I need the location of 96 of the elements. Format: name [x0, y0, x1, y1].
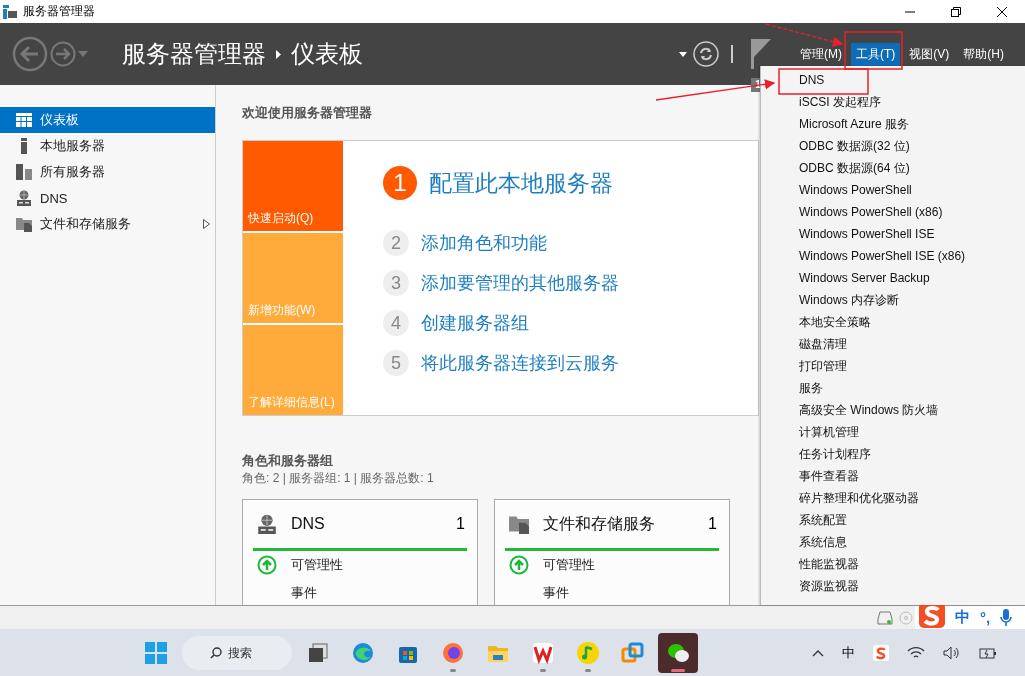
menu-option[interactable]: ODBC 数据源(32 位): [761, 135, 1025, 157]
menu-item[interactable]: 工具(T): [851, 42, 901, 66]
menu-option[interactable]: 系统信息: [761, 531, 1025, 553]
step-link[interactable]: 添加角色和功能: [421, 231, 547, 255]
punctuation-mode[interactable]: °,: [980, 609, 991, 626]
menu-option[interactable]: 本地安全策略: [761, 311, 1025, 333]
speaker-icon[interactable]: [943, 646, 961, 660]
drive-icon: [877, 610, 893, 625]
section-title: 角色和服务器组: [242, 452, 333, 470]
role-name: DNS: [291, 515, 325, 533]
folder-icon: [488, 646, 508, 662]
status-label[interactable]: 事件: [543, 584, 569, 602]
refresh-icon[interactable]: [693, 41, 719, 67]
role-count: 1: [708, 515, 717, 533]
step-link[interactable]: 创建服务器组: [421, 311, 529, 335]
chevron-up-icon[interactable]: [812, 649, 824, 657]
status-label[interactable]: 可管理性: [543, 556, 595, 574]
role-count: 1: [456, 515, 465, 533]
edge-icon: [353, 643, 373, 663]
restore-icon: [951, 6, 961, 17]
menu-option[interactable]: 磁盘清理: [761, 333, 1025, 355]
window-title: 服务器管理器: [23, 3, 95, 20]
breadcrumb-item: 仪表板: [291, 39, 363, 69]
globe-server-icon: [16, 190, 32, 206]
menu-option[interactable]: Microsoft Azure 服务: [761, 113, 1025, 135]
section-title: 欢迎使用服务器管理器: [242, 104, 372, 122]
role-name: 文件和存储服务: [543, 513, 655, 534]
language-indicator[interactable]: 中: [842, 644, 855, 662]
section-summary: 角色: 2 | 服务器组: 1 | 服务器总数: 1: [242, 470, 434, 487]
sidebar-item[interactable]: DNS: [0, 185, 215, 211]
menu-option[interactable]: 服务: [761, 377, 1025, 399]
menu-option[interactable]: Windows 内存诊断: [761, 289, 1025, 311]
sidebar-item[interactable]: 所有服务器: [0, 159, 215, 185]
step-number: 1: [383, 166, 417, 200]
status-label[interactable]: 可管理性: [291, 556, 343, 574]
s-logo-icon[interactable]: [873, 645, 889, 661]
menu-option[interactable]: 计算机管理: [761, 421, 1025, 443]
menu-option[interactable]: 系统配置: [761, 509, 1025, 531]
sidebar-item[interactable]: 仪表板: [0, 107, 215, 133]
menu-option[interactable]: Windows Server Backup: [761, 267, 1025, 289]
menu-option[interactable]: Windows PowerShell ISE (x86): [761, 245, 1025, 267]
servers-icon: [16, 164, 32, 180]
menu-option[interactable]: 资源监视器: [761, 575, 1025, 597]
close-icon: [997, 6, 1007, 17]
step-link[interactable]: 添加要管理的其他服务器: [421, 271, 619, 295]
windows-logo-icon: [145, 642, 167, 664]
menu-option[interactable]: 事件查看器: [761, 465, 1025, 487]
menu-option[interactable]: 高级安全 Windows 防火墙: [761, 399, 1025, 421]
step-number: 5: [383, 350, 409, 376]
role-card[interactable]: 文件和存储服务 1 可管理性 事件: [494, 499, 730, 605]
menu-option[interactable]: Windows PowerShell (x86): [761, 201, 1025, 223]
folder-files-icon: [509, 514, 529, 534]
disc-icon: [899, 610, 913, 625]
step-link[interactable]: 将此服务器连接到云服务: [421, 351, 619, 375]
dropdown-caret-icon[interactable]: [679, 51, 687, 57]
breadcrumb-item: 服务器管理器: [122, 39, 266, 69]
wifi-icon[interactable]: [907, 646, 925, 660]
fox-globe-icon: [443, 643, 463, 663]
menu-option[interactable]: Windows PowerShell ISE: [761, 223, 1025, 245]
menu-option[interactable]: iSCSI 发起程序: [761, 91, 1025, 113]
task-view-icon: [309, 643, 328, 662]
menu-option[interactable]: Windows PowerShell: [761, 179, 1025, 201]
sidebar-item[interactable]: 本地服务器: [0, 133, 215, 159]
grid-icon: [16, 113, 32, 127]
sidebar-item[interactable]: 文件和存储服务: [0, 211, 215, 237]
menu-option[interactable]: 打印管理: [761, 355, 1025, 377]
music-note-icon: [577, 642, 599, 664]
breadcrumb-arrow-icon: [276, 49, 281, 59]
taskbar-app[interactable]: [658, 633, 698, 673]
search-field[interactable]: 搜索: [182, 636, 292, 670]
status-label[interactable]: 事件: [291, 584, 317, 602]
step-number: 3: [383, 270, 409, 296]
input-mode[interactable]: 中: [955, 608, 970, 627]
app-icon: [3, 4, 17, 19]
expand-arrow-icon[interactable]: [203, 219, 210, 229]
microphone-icon[interactable]: [1000, 608, 1013, 627]
step-number: 2: [383, 230, 409, 256]
battery-icon[interactable]: [979, 646, 997, 660]
step-number: 4: [383, 310, 409, 336]
flag-icon[interactable]: [751, 39, 771, 69]
globe-server-icon: [257, 514, 277, 534]
menu-item[interactable]: 管理(M): [795, 42, 847, 66]
menu-option[interactable]: ODBC 数据源(64 位): [761, 157, 1025, 179]
search-icon: [210, 647, 222, 659]
menu-option[interactable]: 碎片整理和优化驱动器: [761, 487, 1025, 509]
menu-item[interactable]: 视图(V): [904, 42, 955, 66]
chat-bubbles-icon: [668, 644, 689, 662]
menu-option[interactable]: 任务计划程序: [761, 443, 1025, 465]
step-link[interactable]: 配置此本地服务器: [429, 167, 613, 199]
w-logo-icon: [533, 643, 553, 665]
folder-files-icon: [16, 216, 32, 232]
store-bag-icon: [399, 647, 417, 663]
overlapping-squares-icon: [621, 642, 644, 663]
menu-item[interactable]: 帮助(H): [958, 42, 1009, 66]
menu-option[interactable]: 性能监视器: [761, 553, 1025, 575]
role-card[interactable]: DNS 1 可管理性 事件: [242, 499, 478, 605]
